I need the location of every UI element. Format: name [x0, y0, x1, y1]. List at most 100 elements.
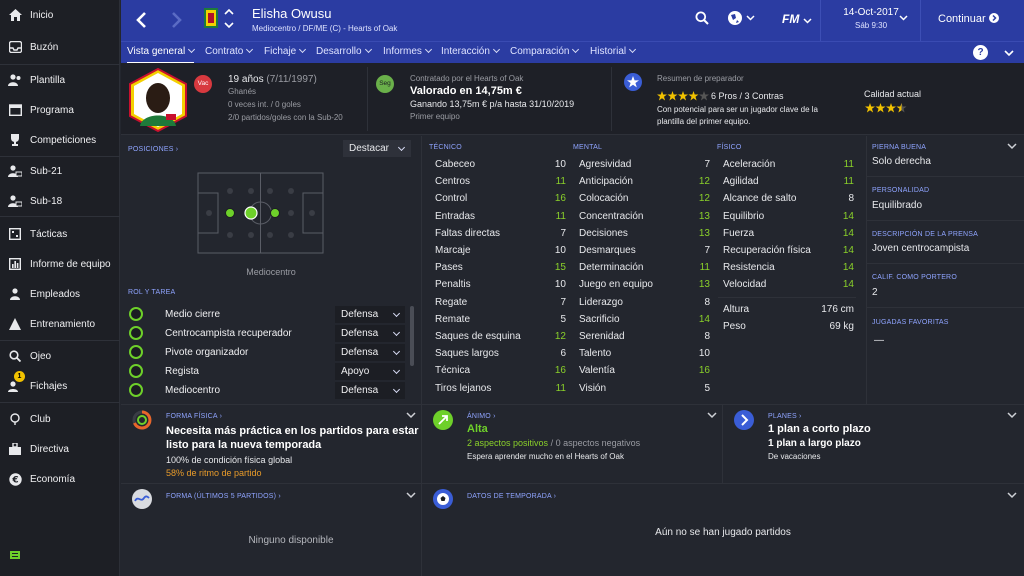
fitness-title[interactable]: FORMA FÍSICA ›	[166, 413, 222, 420]
duty-dropdown[interactable]: Defensa	[335, 325, 405, 342]
attribute-value: 11	[699, 262, 710, 274]
attribute-name: Decisiones	[579, 227, 628, 239]
duty-label: Defensa	[341, 385, 379, 396]
highlight-dropdown[interactable]: Destacar	[343, 140, 411, 157]
plans-title[interactable]: PLANES ›	[768, 413, 802, 420]
chevron-down-icon[interactable]	[707, 411, 717, 422]
long-term-plan: 1 plan a largo plazo	[768, 438, 861, 449]
duty-dropdown[interactable]: Apoyo	[335, 363, 405, 380]
sidebar-item-programa[interactable]: Programa	[0, 97, 120, 123]
tab-label: Comparación	[510, 46, 570, 57]
chevron-down-icon[interactable]	[406, 411, 416, 422]
sidebar-item-tacticas[interactable]: Tácticas	[0, 221, 120, 247]
sidebar-item-economia[interactable]: € Economía	[0, 466, 120, 492]
chevron-down-icon[interactable]	[224, 21, 234, 32]
fm-menu-chevron-icon[interactable]	[803, 16, 812, 27]
sidebar-item-inicio[interactable]: Inicio	[0, 2, 120, 28]
search-icon[interactable]	[695, 11, 709, 28]
fitness-condition: 100% de condición física global	[166, 455, 293, 465]
fm-logo[interactable]: FM	[782, 12, 799, 26]
role-row[interactable]: Medio cierre Defensa	[127, 305, 407, 324]
role-row[interactable]: Centrocampista recuperador Defensa	[127, 324, 407, 343]
attribute-name: Juego en equipo	[579, 279, 653, 291]
chevron-down-icon[interactable]	[1007, 491, 1017, 502]
sidebar-item-directiva[interactable]: Directiva	[0, 436, 120, 462]
positions-title[interactable]: POSICIONES ›	[128, 146, 178, 153]
role-name: Mediocentro	[165, 385, 221, 396]
attribute-row: Resistencia 14	[723, 259, 854, 276]
sidebar-item-fichajes[interactable]: 1 Fichajes	[0, 371, 120, 399]
foot-value: Solo derecha	[872, 156, 931, 167]
tab-comparacion[interactable]: Comparación	[510, 42, 580, 64]
positive-aspects[interactable]: 2 aspectos positivos	[467, 438, 548, 448]
roles-scrollbar[interactable]	[410, 306, 414, 366]
help-button[interactable]: ?	[973, 45, 988, 60]
attribute-name: Talento	[579, 348, 612, 360]
chevron-down-icon[interactable]	[406, 491, 416, 502]
sidebar-item-plantilla[interactable]: Plantilla	[0, 67, 120, 93]
back-icon[interactable]	[135, 11, 147, 32]
player-photo[interactable]	[126, 67, 190, 135]
tab-interaccion[interactable]: Interacción	[441, 42, 500, 64]
attribute-row: Saques largos 6	[435, 345, 566, 362]
morale-icon	[433, 410, 453, 433]
attribute-name: Valentía	[579, 365, 615, 377]
nationality: Ghanés	[228, 87, 257, 96]
chevron-up-icon[interactable]	[224, 8, 234, 19]
sidebar-item-label: Fichajes	[30, 380, 68, 392]
tab-vista-general[interactable]: Vista general	[127, 42, 196, 64]
chevron-down-icon[interactable]	[1004, 49, 1014, 60]
tab-informes[interactable]: Informes	[383, 42, 432, 64]
sidebar-item-label: Inicio	[30, 9, 54, 21]
morale-panel: ÁNIMO › Alta 2 aspectos positivos / 0 as…	[422, 405, 722, 483]
sidebar-item-entrenamiento[interactable]: Entrenamiento	[0, 311, 120, 337]
continue-button[interactable]: Continuar	[922, 0, 1024, 41]
report-icon	[8, 257, 22, 271]
form-title[interactable]: FORMA (ÚLTIMOS 5 PARTIDOS) ›	[166, 493, 281, 500]
duty-dropdown[interactable]: Defensa	[335, 306, 405, 323]
status-badge-vac[interactable]: Vac	[194, 75, 212, 93]
tab-historial[interactable]: Historial	[590, 42, 637, 64]
sidebar-item-label: Empleados	[30, 288, 81, 300]
duty-dropdown[interactable]: Defensa	[335, 344, 405, 361]
staff-icon	[8, 287, 22, 301]
top-bar: Elisha Owusu Mediocentro / DF/ME (C) - H…	[121, 0, 1024, 41]
tab-fichaje[interactable]: Fichaje	[264, 42, 307, 64]
sidebar-item-informe[interactable]: Informe de equipo	[0, 251, 120, 277]
chevron-down-icon	[572, 45, 580, 54]
season-stats-title[interactable]: DATOS DE TEMPORADA ›	[467, 493, 556, 500]
chevron-down-icon[interactable]	[1007, 411, 1017, 422]
tab-desarrollo[interactable]: Desarrollo	[316, 42, 372, 64]
tab-contrato[interactable]: Contrato	[205, 42, 254, 64]
attribute-row: Saques de esquina 12	[435, 328, 566, 345]
sidebar-item-competiciones[interactable]: Competiciones	[0, 127, 120, 153]
role-row[interactable]: Pivote organizador Defensa	[127, 343, 407, 362]
tab-label: Desarrollo	[316, 46, 362, 57]
attribute-name: Recuperación física	[723, 245, 811, 256]
sidebar-item-ojeo[interactable]: Ojeo	[0, 343, 120, 369]
home-icon	[8, 8, 22, 22]
sidebar-item-label: Entrenamiento	[30, 318, 96, 330]
sidebar-item-sub18[interactable]: Sub-18	[0, 188, 120, 214]
morale-title[interactable]: ÁNIMO ›	[467, 413, 496, 420]
duty-dropdown[interactable]: Defensa	[335, 382, 405, 399]
sidebar-item-sub21[interactable]: Sub-21	[0, 158, 120, 184]
negative-aspects[interactable]: 0 aspectos negativos	[556, 438, 641, 448]
attribute-value: 12	[698, 176, 710, 188]
attribute-name: Anticipación	[579, 176, 633, 188]
role-icon	[129, 345, 143, 359]
sidebar-item-empleados[interactable]: Empleados	[0, 281, 120, 307]
attribute-value: 14	[842, 210, 854, 222]
globe-icon[interactable]	[727, 10, 755, 29]
forward-icon[interactable]	[171, 11, 183, 32]
club-crest-icon[interactable]	[204, 8, 218, 31]
sidebar-item-club[interactable]: Club	[0, 406, 120, 432]
sidebar-item-buzon[interactable]: Buzón	[0, 34, 120, 60]
role-row[interactable]: Mediocentro Defensa	[127, 381, 407, 400]
chevron-down-icon[interactable]	[1007, 142, 1017, 153]
role-row[interactable]: Regista Apoyo	[127, 362, 407, 381]
status-badge-seg[interactable]: Seg	[376, 75, 394, 93]
attribute-value: 16	[554, 365, 566, 377]
attribute-value: 11	[555, 176, 566, 188]
height-row: Altura 176 cm	[723, 301, 854, 318]
